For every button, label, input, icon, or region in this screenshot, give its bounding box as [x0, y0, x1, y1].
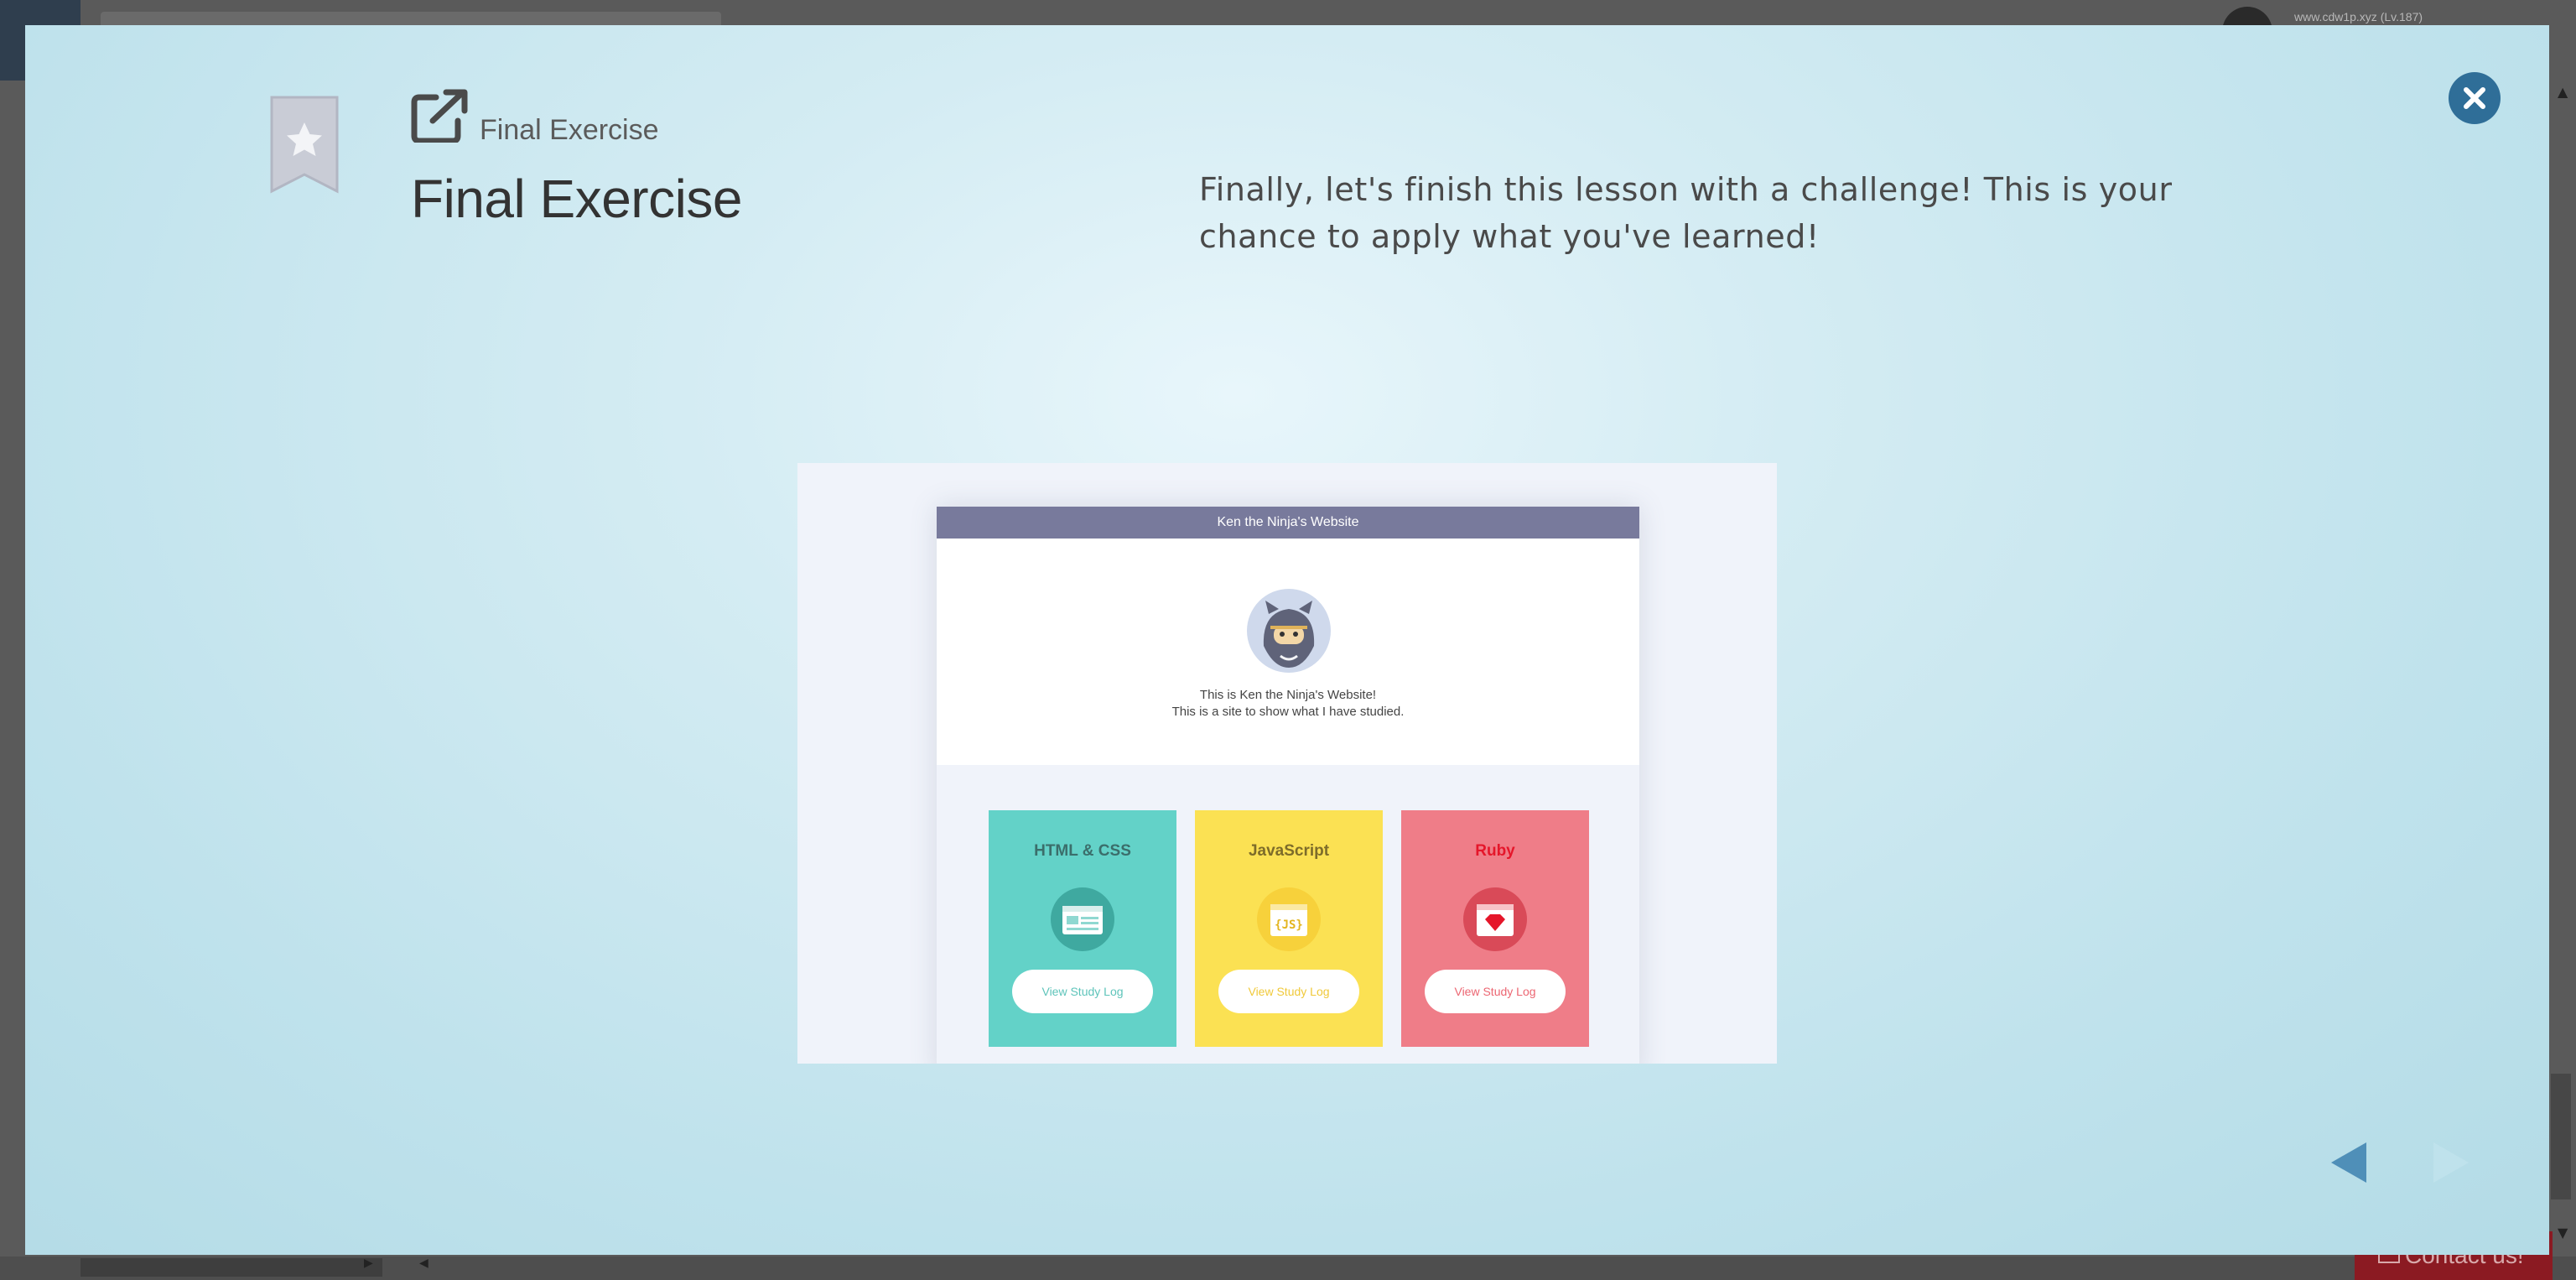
horizontal-scrollbar-thumb — [80, 1258, 382, 1277]
view-study-log-button: View Study Log — [1012, 970, 1153, 1013]
scroll-left-icon: ◀ — [419, 1257, 428, 1270]
preview-card-title: Ruby — [1475, 842, 1515, 860]
slide-description: Finally, let's finish this lesson with a… — [1199, 171, 2173, 255]
scroll-down-icon: ▼ — [2558, 1225, 2568, 1241]
preview-card-html-css: HTML & CSS View Study Log — [989, 810, 1176, 1047]
preview-site-header: Ken the Ninja's Website — [937, 507, 1639, 539]
preview-site: Ken the Ninja's Website This is Ken the … — [937, 507, 1639, 1064]
js-file-icon: {JS} — [1257, 887, 1321, 951]
triangle-right-icon[interactable] — [2428, 1139, 2472, 1186]
ruby-gem-icon — [1463, 887, 1527, 951]
preview-hero: This is Ken the Ninja's Website! This is… — [937, 539, 1639, 765]
preview-card-ruby: Ruby View Study Log — [1401, 810, 1589, 1047]
preview-hero-line-2: This is a site to show what I have studi… — [1171, 705, 1405, 719]
external-link-icon — [411, 89, 468, 143]
js-badge-text: {JS} — [1275, 918, 1303, 932]
preview-hero-line-1: This is Ken the Ninja's Website! — [1199, 688, 1377, 702]
preview-card-title: HTML & CSS — [1034, 842, 1131, 860]
vertical-scrollbar-thumb — [2551, 1074, 2571, 1199]
page-title: Final Exercise — [411, 169, 742, 229]
close-button[interactable] — [2449, 72, 2501, 124]
scroll-right-icon: ▶ — [364, 1257, 373, 1270]
scroll-up-icon: ▲ — [2558, 84, 2568, 100]
preview-card-javascript: JavaScript {JS} View Study Log — [1195, 810, 1383, 1047]
star-bookmark-icon — [270, 96, 339, 194]
user-level-text: www.cdw1p.xyz (Lv.187) — [2294, 10, 2423, 23]
horizontal-scrollbar — [0, 1257, 2576, 1280]
browser-window-icon — [1051, 887, 1114, 951]
slide-subtitle: Final Exercise — [480, 114, 659, 146]
ninja-avatar-icon — [1247, 589, 1331, 673]
view-study-log-button: View Study Log — [1425, 970, 1566, 1013]
preview-card-title: JavaScript — [1248, 842, 1330, 860]
website-preview-image: Ken the Ninja's Website This is Ken the … — [797, 463, 1777, 1064]
view-study-log-button: View Study Log — [1218, 970, 1359, 1013]
slide-modal: Final Exercise Final Exercise Finally, l… — [25, 25, 2549, 1255]
triangle-left-icon[interactable] — [2328, 1139, 2371, 1186]
close-icon — [2464, 87, 2485, 109]
